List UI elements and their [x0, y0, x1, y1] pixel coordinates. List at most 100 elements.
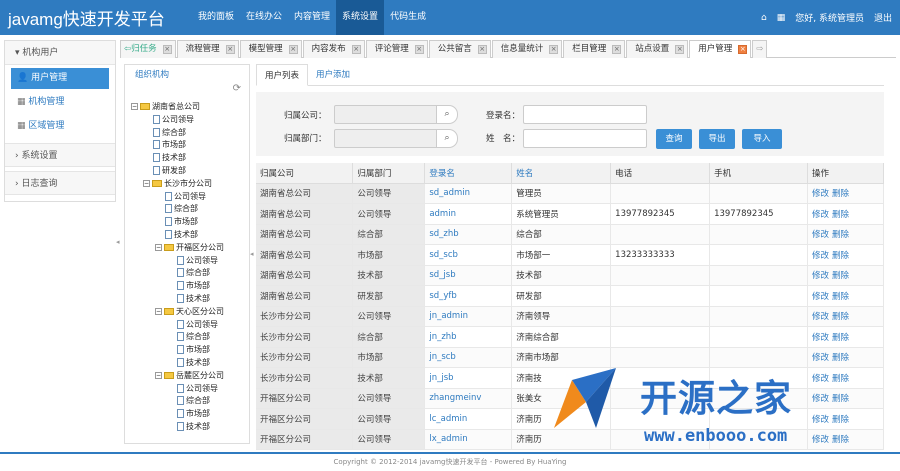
tree-leaf-node[interactable]: 技术部	[131, 293, 224, 306]
table-row[interactable]: 湖南省总公司 研发部 sd_yfb 研发部 修改 删除	[256, 285, 884, 307]
tree-leaf-node[interactable]: 技术部	[131, 421, 224, 434]
tree-leaf-node[interactable]: 综合部	[131, 203, 224, 216]
edit-link[interactable]: 修改	[812, 230, 829, 240]
nav-dashboard[interactable]: 我的面板	[192, 0, 240, 35]
edit-link[interactable]: 修改	[812, 312, 829, 322]
tree-toggle-icon[interactable]: −	[155, 243, 162, 251]
tree-toggle-icon[interactable]: −	[155, 371, 162, 379]
close-icon[interactable]: ×	[738, 45, 748, 54]
cell-login[interactable]: jn_jsb	[424, 367, 513, 389]
sidebar-group-org-users[interactable]: ▾ 机构用户	[5, 41, 115, 65]
tree-folder-node[interactable]: − 开福区分公司	[131, 242, 224, 255]
export-button[interactable]: 导出	[699, 129, 735, 149]
tree-toggle-icon[interactable]: −	[143, 179, 150, 187]
delete-link[interactable]: 删除	[832, 230, 849, 240]
nav-content[interactable]: 内容管理	[288, 0, 336, 35]
tab-scroll-left[interactable]: ⇦ 归任务 ×	[120, 40, 176, 58]
tree-leaf-node[interactable]: 市场部	[131, 408, 224, 421]
name-input[interactable]	[523, 129, 647, 148]
tree-leaf-node[interactable]: 公司领导	[131, 319, 224, 332]
tree-leaf-node[interactable]: 公司领导	[131, 114, 224, 127]
tab-publish[interactable]: 内容发布 ×	[302, 40, 365, 58]
edit-link[interactable]: 修改	[812, 333, 829, 343]
cell-login[interactable]: zhangmeinv	[424, 388, 513, 409]
col-mobile[interactable]: 手机	[709, 163, 808, 184]
tree-leaf-node[interactable]: 市场部	[131, 344, 224, 357]
close-icon[interactable]: ×	[549, 45, 559, 54]
tree-leaf-node[interactable]: 研发部	[131, 165, 224, 178]
app-title[interactable]: javamg快速开发平台	[8, 5, 165, 30]
tree-leaf-node[interactable]: 市场部	[131, 216, 224, 229]
cell-login[interactable]: jn_admin	[424, 306, 513, 327]
close-icon[interactable]: ×	[288, 45, 298, 54]
tree-folder-node[interactable]: − 湖南省总公司	[131, 101, 224, 114]
tab-stats[interactable]: 信息量统计 ×	[491, 40, 563, 58]
tree-leaf-node[interactable]: 综合部	[131, 395, 224, 408]
tree-leaf-node[interactable]: 市场部	[131, 280, 224, 293]
tree-leaf-node[interactable]: 综合部	[131, 127, 224, 140]
table-row[interactable]: 湖南省总公司 技术部 sd_jsb 技术部 修改 删除	[256, 265, 884, 286]
table-row[interactable]: 湖南省总公司 公司领导 admin 系统管理员 13977892345 139778923…	[256, 203, 884, 225]
close-icon[interactable]: ×	[477, 45, 487, 54]
dept-input[interactable]	[334, 129, 438, 148]
tab-comments[interactable]: 评论管理 ×	[365, 40, 428, 58]
delete-link[interactable]: 删除	[832, 333, 849, 343]
tree-leaf-node[interactable]: 技术部	[131, 152, 224, 165]
tab-process[interactable]: 流程管理 ×	[176, 40, 239, 58]
sidebar-item-area-management[interactable]: ▦ 区域管理	[11, 116, 109, 137]
col-name[interactable]: 姓名	[511, 163, 612, 184]
edit-link[interactable]: 修改	[812, 210, 829, 220]
company-search-button[interactable]: ⌕	[436, 105, 458, 124]
delete-link[interactable]: 删除	[832, 312, 849, 322]
col-dept[interactable]: 归属部门	[352, 163, 426, 184]
login-name-input[interactable]	[523, 105, 647, 124]
table-row[interactable]: 长沙市分公司 公司领导 jn_admin 济南领导 修改 删除	[256, 306, 884, 327]
tree-leaf-node[interactable]: 公司领导	[131, 191, 224, 204]
table-row[interactable]: 湖南省总公司 综合部 sd_zhb 综合部 修改 删除	[256, 224, 884, 245]
cell-login[interactable]: sd_admin	[424, 183, 513, 204]
home-icon[interactable]: ⌂	[761, 13, 767, 23]
delete-link[interactable]: 删除	[832, 251, 849, 261]
tree-leaf-node[interactable]: 公司领导	[131, 255, 224, 268]
logout-link[interactable]: 退出	[874, 11, 892, 24]
tree-leaf-node[interactable]: 公司领导	[131, 383, 224, 396]
close-icon[interactable]: ×	[414, 45, 424, 54]
edit-link[interactable]: 修改	[812, 189, 829, 199]
close-icon[interactable]: ×	[225, 45, 235, 54]
tree-leaf-node[interactable]: 综合部	[131, 267, 224, 280]
cell-login[interactable]: jn_scb	[424, 347, 513, 368]
close-icon[interactable]: ×	[351, 45, 361, 54]
delete-link[interactable]: 删除	[832, 210, 849, 220]
tab-user-add[interactable]: 用户添加	[308, 64, 358, 86]
tree-toggle-icon[interactable]: −	[155, 307, 162, 315]
tree-toggle-icon[interactable]: −	[131, 103, 138, 110]
tree-leaf-node[interactable]: 市场部	[131, 139, 224, 152]
col-phone[interactable]: 电话	[610, 163, 711, 184]
col-login[interactable]: 登录名	[424, 163, 513, 184]
cell-login[interactable]: lc_admin	[424, 408, 513, 430]
cell-login[interactable]: sd_yfb	[424, 285, 513, 307]
tree-folder-node[interactable]: − 长沙市分公司	[131, 178, 224, 191]
org-collapse-handle[interactable]: ◂	[250, 250, 254, 258]
edit-link[interactable]: 修改	[812, 292, 829, 302]
nav-office[interactable]: 在线办公	[240, 0, 288, 35]
table-row[interactable]: 长沙市分公司 综合部 jn_zhb 济南综合部 修改 删除	[256, 326, 884, 348]
dept-search-button[interactable]: ⌕	[436, 129, 458, 148]
nav-system-settings[interactable]: 系统设置	[336, 0, 385, 35]
edit-link[interactable]: 修改	[812, 251, 829, 261]
tab-user-list[interactable]: 用户列表	[256, 64, 309, 86]
tree-leaf-node[interactable]: 技术部	[131, 229, 224, 242]
nav-codegen[interactable]: 代码生成	[384, 0, 432, 35]
query-button[interactable]: 查询	[656, 129, 692, 149]
sidebar-item-org-management[interactable]: ▦ 机构管理	[11, 92, 109, 113]
tab-site-settings[interactable]: 站点设置 ×	[626, 40, 689, 58]
tab-messages[interactable]: 公共留言 ×	[428, 40, 491, 58]
sidebar-group-system-settings[interactable]: › 系统设置	[5, 143, 115, 167]
delete-link[interactable]: 删除	[832, 189, 849, 199]
tree-leaf-node[interactable]: 技术部	[131, 357, 224, 370]
close-icon[interactable]: ×	[612, 45, 622, 54]
col-company[interactable]: 归属公司	[256, 163, 354, 184]
tab-scroll-right[interactable]: ⇨	[752, 40, 768, 58]
close-icon[interactable]: ×	[162, 45, 172, 54]
import-button[interactable]: 导入	[742, 129, 782, 149]
